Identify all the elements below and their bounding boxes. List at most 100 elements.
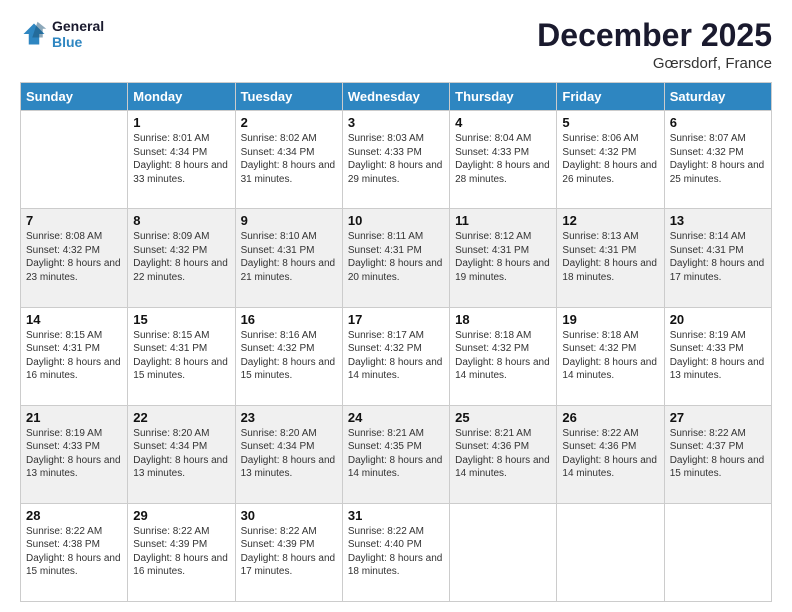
cell-sun-info: Sunrise: 8:11 AMSunset: 4:31 PMDaylight:… xyxy=(348,230,444,284)
calendar-row: 21Sunrise: 8:19 AMSunset: 4:33 PMDayligh… xyxy=(21,405,772,503)
table-row: 19Sunrise: 8:18 AMSunset: 4:32 PMDayligh… xyxy=(557,307,664,405)
cell-day-number: 20 xyxy=(670,312,766,327)
table-row: 16Sunrise: 8:16 AMSunset: 4:32 PMDayligh… xyxy=(235,307,342,405)
cell-sun-info: Sunrise: 8:08 AMSunset: 4:32 PMDaylight:… xyxy=(26,230,122,284)
table-row: 12Sunrise: 8:13 AMSunset: 4:31 PMDayligh… xyxy=(557,209,664,307)
title-block: December 2025 Gœrsdorf, France xyxy=(537,18,772,72)
table-row: 2 Sunrise: 8:02 AMSunset: 4:34 PMDaylight… xyxy=(235,111,342,209)
cell-sun-info: Sunrise: 8:13 AMSunset: 4:31 PMDaylight:… xyxy=(562,230,658,284)
cell-day-number: 5 xyxy=(562,115,658,130)
cell-sun-info: Sunrise: 8:21 AMSunset: 4:35 PMDaylight:… xyxy=(348,427,444,481)
table-row: 9 Sunrise: 8:10 AMSunset: 4:31 PMDaylight… xyxy=(235,209,342,307)
cell-day-number: 2 xyxy=(241,115,337,130)
cell-day-number: 10 xyxy=(348,213,444,228)
cell-sun-info: Sunrise: 8:02 AMSunset: 4:34 PMDaylight:… xyxy=(241,132,337,186)
cell-day-number: 14 xyxy=(26,312,122,327)
cell-day-number: 31 xyxy=(348,508,444,523)
table-row: 20 Sunrise: 8:19 AMSunset: 4:33 PMDayligh… xyxy=(664,307,771,405)
cell-day-number: 22 xyxy=(133,410,229,425)
header: General Blue December 2025 Gœrsdorf, Fra… xyxy=(20,18,772,72)
table-row: 4 Sunrise: 8:04 AMSunset: 4:33 PMDaylight… xyxy=(450,111,557,209)
cell-day-number: 28 xyxy=(26,508,122,523)
table-row: 18Sunrise: 8:18 AMSunset: 4:32 PMDayligh… xyxy=(450,307,557,405)
table-row: 24 Sunrise: 8:21 AMSunset: 4:35 PMDayligh… xyxy=(342,405,449,503)
calendar-row: 7 Sunrise: 8:08 AMSunset: 4:32 PMDaylight… xyxy=(21,209,772,307)
header-saturday: Saturday xyxy=(664,83,771,111)
table-row: 27 Sunrise: 8:22 AMSunset: 4:37 PMDayligh… xyxy=(664,405,771,503)
cell-sun-info: Sunrise: 8:17 AMSunset: 4:32 PMDaylight:… xyxy=(348,329,444,383)
cell-day-number: 23 xyxy=(241,410,337,425)
cell-sun-info: Sunrise: 8:22 AMSunset: 4:39 PMDaylight:… xyxy=(133,525,229,579)
cell-sun-info: Sunrise: 8:22 AMSunset: 4:38 PMDaylight:… xyxy=(26,525,122,579)
table-row: 14 Sunrise: 8:15 AMSunset: 4:31 PMDayligh… xyxy=(21,307,128,405)
cell-sun-info: Sunrise: 8:15 AMSunset: 4:31 PMDaylight:… xyxy=(26,329,122,383)
cell-day-number: 18 xyxy=(455,312,551,327)
table-row: 5 Sunrise: 8:06 AMSunset: 4:32 PMDaylight… xyxy=(557,111,664,209)
cell-sun-info: Sunrise: 8:16 AMSunset: 4:32 PMDaylight:… xyxy=(241,329,337,383)
cell-sun-info: Sunrise: 8:14 AMSunset: 4:31 PMDaylight:… xyxy=(670,230,766,284)
table-row: 11 Sunrise: 8:12 AMSunset: 4:31 PMDayligh… xyxy=(450,209,557,307)
table-row: 1 Sunrise: 8:01 AMSunset: 4:34 PMDaylight… xyxy=(128,111,235,209)
cell-day-number: 13 xyxy=(670,213,766,228)
calendar-row: 14 Sunrise: 8:15 AMSunset: 4:31 PMDayligh… xyxy=(21,307,772,405)
table-row: 26Sunrise: 8:22 AMSunset: 4:36 PMDayligh… xyxy=(557,405,664,503)
header-tuesday: Tuesday xyxy=(235,83,342,111)
cell-sun-info: Sunrise: 8:22 AMSunset: 4:40 PMDaylight:… xyxy=(348,525,444,579)
table-row: 8 Sunrise: 8:09 AMSunset: 4:32 PMDaylight… xyxy=(128,209,235,307)
table-row: 23Sunrise: 8:20 AMSunset: 4:34 PMDayligh… xyxy=(235,405,342,503)
table-row xyxy=(664,503,771,601)
table-row: 17 Sunrise: 8:17 AMSunset: 4:32 PMDayligh… xyxy=(342,307,449,405)
cell-sun-info: Sunrise: 8:04 AMSunset: 4:33 PMDaylight:… xyxy=(455,132,551,186)
cell-sun-info: Sunrise: 8:22 AMSunset: 4:37 PMDaylight:… xyxy=(670,427,766,481)
logo-text: General Blue xyxy=(52,18,104,50)
cell-day-number: 1 xyxy=(133,115,229,130)
header-friday: Friday xyxy=(557,83,664,111)
header-wednesday: Wednesday xyxy=(342,83,449,111)
cell-day-number: 6 xyxy=(670,115,766,130)
header-monday: Monday xyxy=(128,83,235,111)
table-row: 15 Sunrise: 8:15 AMSunset: 4:31 PMDayligh… xyxy=(128,307,235,405)
cell-day-number: 26 xyxy=(562,410,658,425)
cell-sun-info: Sunrise: 8:21 AMSunset: 4:36 PMDaylight:… xyxy=(455,427,551,481)
cell-day-number: 19 xyxy=(562,312,658,327)
cell-day-number: 21 xyxy=(26,410,122,425)
cell-day-number: 7 xyxy=(26,213,122,228)
table-row: 6 Sunrise: 8:07 AMSunset: 4:32 PMDaylight… xyxy=(664,111,771,209)
table-row: 13 Sunrise: 8:14 AMSunset: 4:31 PMDayligh… xyxy=(664,209,771,307)
table-row: 29Sunrise: 8:22 AMSunset: 4:39 PMDayligh… xyxy=(128,503,235,601)
table-row xyxy=(21,111,128,209)
cell-day-number: 27 xyxy=(670,410,766,425)
table-row: 10 Sunrise: 8:11 AMSunset: 4:31 PMDayligh… xyxy=(342,209,449,307)
table-row: 28 Sunrise: 8:22 AMSunset: 4:38 PMDayligh… xyxy=(21,503,128,601)
cell-sun-info: Sunrise: 8:12 AMSunset: 4:31 PMDaylight:… xyxy=(455,230,551,284)
cell-sun-info: Sunrise: 8:22 AMSunset: 4:39 PMDaylight:… xyxy=(241,525,337,579)
cell-day-number: 9 xyxy=(241,213,337,228)
cell-sun-info: Sunrise: 8:06 AMSunset: 4:32 PMDaylight:… xyxy=(562,132,658,186)
cell-day-number: 24 xyxy=(348,410,444,425)
cell-day-number: 30 xyxy=(241,508,337,523)
table-row: 30 Sunrise: 8:22 AMSunset: 4:39 PMDayligh… xyxy=(235,503,342,601)
cell-sun-info: Sunrise: 8:15 AMSunset: 4:31 PMDaylight:… xyxy=(133,329,229,383)
cell-day-number: 15 xyxy=(133,312,229,327)
page: General Blue December 2025 Gœrsdorf, Fra… xyxy=(0,0,792,612)
table-row xyxy=(450,503,557,601)
table-row: 21Sunrise: 8:19 AMSunset: 4:33 PMDayligh… xyxy=(21,405,128,503)
cell-day-number: 8 xyxy=(133,213,229,228)
calendar-table: Sunday Monday Tuesday Wednesday Thursday… xyxy=(20,82,772,602)
cell-day-number: 17 xyxy=(348,312,444,327)
cell-day-number: 3 xyxy=(348,115,444,130)
cell-day-number: 11 xyxy=(455,213,551,228)
cell-sun-info: Sunrise: 8:03 AMSunset: 4:33 PMDaylight:… xyxy=(348,132,444,186)
header-sunday: Sunday xyxy=(21,83,128,111)
cell-sun-info: Sunrise: 8:09 AMSunset: 4:32 PMDaylight:… xyxy=(133,230,229,284)
cell-sun-info: Sunrise: 8:01 AMSunset: 4:34 PMDaylight:… xyxy=(133,132,229,186)
cell-sun-info: Sunrise: 8:10 AMSunset: 4:31 PMDaylight:… xyxy=(241,230,337,284)
cell-sun-info: Sunrise: 8:20 AMSunset: 4:34 PMDaylight:… xyxy=(133,427,229,481)
cell-sun-info: Sunrise: 8:07 AMSunset: 4:32 PMDaylight:… xyxy=(670,132,766,186)
header-thursday: Thursday xyxy=(450,83,557,111)
logo: General Blue xyxy=(20,18,104,50)
cell-sun-info: Sunrise: 8:19 AMSunset: 4:33 PMDaylight:… xyxy=(670,329,766,383)
table-row xyxy=(557,503,664,601)
table-row: 7 Sunrise: 8:08 AMSunset: 4:32 PMDaylight… xyxy=(21,209,128,307)
cell-day-number: 4 xyxy=(455,115,551,130)
